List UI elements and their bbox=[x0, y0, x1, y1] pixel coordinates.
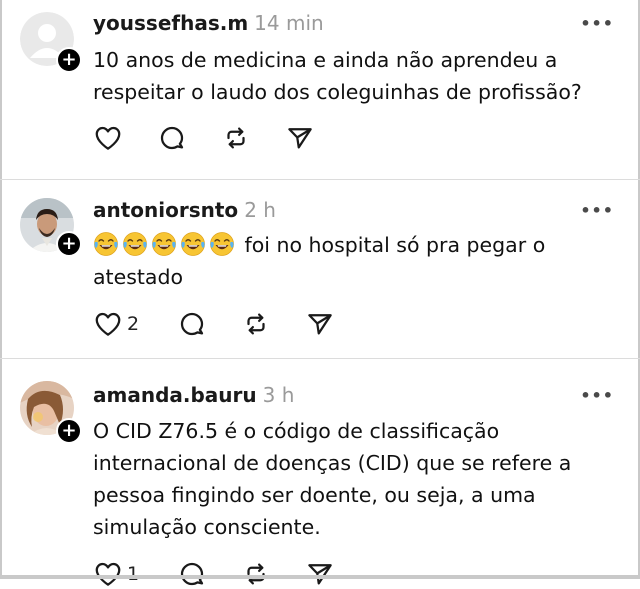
tears-of-joy-emoji-icon bbox=[123, 232, 147, 256]
tears-of-joy-emoji-icon bbox=[210, 232, 234, 256]
timestamp: 3 h bbox=[262, 383, 295, 407]
repost-button[interactable] bbox=[241, 559, 271, 589]
comment-icon bbox=[180, 562, 204, 586]
timestamp: 14 min bbox=[254, 11, 324, 35]
more-options-icon[interactable]: ••• bbox=[580, 386, 614, 405]
more-options-icon[interactable]: ••• bbox=[580, 201, 614, 220]
follow-plus-icon[interactable]: + bbox=[56, 231, 82, 257]
like-button[interactable]: 2 bbox=[93, 309, 139, 339]
username[interactable]: youssefhas.m bbox=[93, 11, 248, 35]
share-button[interactable] bbox=[285, 123, 315, 153]
repost-button[interactable] bbox=[221, 123, 251, 153]
reply-button[interactable] bbox=[177, 309, 207, 339]
more-options-icon[interactable]: ••• bbox=[580, 14, 614, 33]
reply-button[interactable] bbox=[157, 123, 187, 153]
reply-button[interactable] bbox=[177, 559, 207, 589]
username[interactable]: antoniorsnto bbox=[93, 198, 238, 222]
window-border-bottom bbox=[0, 575, 640, 579]
post-header: youssefhas.m 14 min bbox=[93, 11, 324, 35]
tears-of-joy-emoji-icon bbox=[181, 232, 205, 256]
repost-icon bbox=[247, 313, 265, 335]
like-count: 1 bbox=[127, 563, 140, 585]
post-text: O CID Z76.5 é o código de classificação … bbox=[93, 419, 572, 539]
tears-of-joy-emoji-icon bbox=[94, 232, 118, 256]
like-button[interactable]: 1 bbox=[93, 559, 139, 589]
like-count: 2 bbox=[127, 313, 140, 335]
send-icon bbox=[308, 314, 332, 335]
repost-button[interactable] bbox=[241, 309, 271, 339]
post-text: 10 anos de medicina e ainda não aprendeu… bbox=[93, 48, 582, 104]
tears-of-joy-emoji-icon bbox=[152, 232, 176, 256]
username[interactable]: amanda.bauru bbox=[93, 383, 257, 407]
send-icon bbox=[308, 564, 332, 585]
follow-plus-icon[interactable]: + bbox=[56, 47, 82, 73]
comment-icon bbox=[180, 312, 204, 336]
share-button[interactable] bbox=[305, 309, 335, 339]
heart-icon bbox=[95, 312, 121, 336]
share-button[interactable] bbox=[305, 559, 335, 589]
emoji-group bbox=[93, 232, 238, 257]
repost-icon bbox=[227, 127, 245, 149]
post-3: + amanda.bauru 3 h ••• O CID Z76.5 é o có… bbox=[0, 359, 640, 586]
follow-plus-icon[interactable]: + bbox=[56, 418, 82, 444]
repost-icon bbox=[247, 563, 265, 585]
post-header: amanda.bauru 3 h bbox=[93, 383, 294, 407]
heart-icon bbox=[95, 126, 121, 150]
timestamp: 2 h bbox=[244, 198, 276, 222]
like-button[interactable] bbox=[93, 123, 123, 153]
post-text: foi no hospital só pra pegar o atestado bbox=[93, 229, 623, 293]
comment-icon bbox=[160, 126, 184, 150]
post-2: + antoniorsnto 2 h ••• foi no hospital só… bbox=[0, 180, 640, 358]
send-icon bbox=[288, 128, 312, 149]
heart-icon bbox=[95, 562, 121, 586]
post-1: + youssefhas.m 14 min ••• 10 anos de medi… bbox=[0, 0, 640, 178]
post-header: antoniorsnto 2 h bbox=[93, 198, 276, 222]
